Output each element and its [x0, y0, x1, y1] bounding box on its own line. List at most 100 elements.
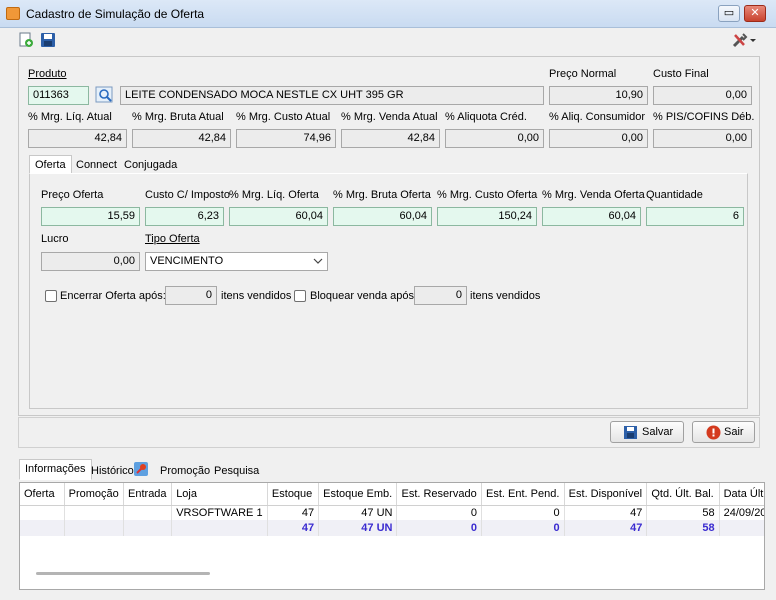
window-title: Cadastro de Simulação de Oferta: [26, 7, 205, 21]
oferta-field-label: Preço Oferta: [41, 189, 104, 201]
total-cell: 0: [481, 520, 565, 536]
tab-conjugada[interactable]: Conjugada: [118, 155, 183, 174]
margem-label: % Mrg. Custo Atual: [236, 111, 331, 123]
margem-label: % PIS/COFINS Déb.: [653, 111, 755, 123]
margem-label: % Aliq. Consumidor: [549, 111, 645, 123]
preco-normal-value: 10,90: [549, 86, 648, 105]
tab-historico[interactable]: Histórico: [85, 461, 140, 480]
margem-label: % Mrg. Bruta Atual: [132, 111, 224, 123]
preco-normal-label: Preço Normal: [549, 68, 617, 80]
tab-connect[interactable]: Connect: [70, 155, 123, 174]
col-header[interactable]: Est. Reservado: [396, 483, 482, 506]
col-header[interactable]: Data Últ. Ba: [719, 483, 764, 506]
custo-final-value: 0,00: [653, 86, 752, 105]
custo-final-label: Custo Final: [653, 68, 709, 80]
col-header[interactable]: Estoque Emb.: [318, 483, 398, 506]
oferta-field-label: % Mrg. Líq. Oferta: [229, 189, 319, 201]
col-header[interactable]: Est. Disponível: [564, 483, 648, 506]
oferta-field-label: % Mrg. Venda Oferta: [542, 189, 645, 201]
margem-label: % Mrg. Líq. Atual: [28, 111, 112, 123]
oferta-field-label: Custo C/ Imposto: [145, 189, 230, 201]
totals-row: 47 47 UN 0 0 47 58: [20, 520, 764, 536]
col-header[interactable]: Estoque: [267, 483, 320, 506]
margem-value: 0,00: [653, 129, 752, 148]
search-product-icon[interactable]: [95, 86, 115, 105]
margem-value: 74,96: [236, 129, 336, 148]
cell: VRSOFTWARE 1: [171, 505, 268, 520]
cell: 0: [481, 505, 565, 520]
tipo-oferta-label: Tipo Oferta: [145, 233, 200, 245]
lucro-label: Lucro: [41, 233, 69, 245]
horizontal-scrollbar-thumb[interactable]: [36, 572, 210, 575]
total-cell: 47 UN: [318, 520, 398, 536]
mrg-bruta-oferta-input[interactable]: 60,04: [333, 207, 432, 226]
cell: 24/09/2024: [719, 505, 764, 520]
tab-pesquisa[interactable]: Pesquisa: [208, 461, 265, 480]
col-header[interactable]: Promoção: [64, 483, 125, 506]
encerrar-oferta-input[interactable]: 0: [165, 286, 217, 305]
tipo-oferta-value: VENCIMENTO: [150, 255, 224, 267]
total-cell: 58: [646, 520, 720, 536]
mrg-custo-oferta-input[interactable]: 150,24: [437, 207, 537, 226]
mrg-venda-oferta-input[interactable]: 60,04: [542, 207, 641, 226]
chevron-down-icon[interactable]: [312, 256, 324, 266]
cell: 47 UN: [318, 505, 398, 520]
cell: 47: [564, 505, 648, 520]
cell: 0: [396, 505, 482, 520]
total-cell: 47: [564, 520, 648, 536]
wrench-tools-icon[interactable]: [731, 31, 757, 49]
col-header[interactable]: Oferta: [20, 483, 65, 506]
total-cell: 0: [396, 520, 482, 536]
bloquear-venda-label: Bloquear venda após:: [310, 290, 418, 302]
total-cell: [719, 520, 764, 536]
encerrar-oferta-checkbox[interactable]: [45, 290, 57, 302]
preco-oferta-input[interactable]: 15,59: [41, 207, 140, 226]
sair-button[interactable]: Sair: [692, 421, 755, 443]
margem-value: 0,00: [549, 129, 648, 148]
produto-description: LEITE CONDENSADO MOCA NESTLE CX UHT 395 …: [120, 86, 544, 105]
margem-value: 0,00: [445, 129, 544, 148]
lucro-value: 0,00: [41, 252, 140, 271]
tab-informacoes[interactable]: Informações: [19, 459, 92, 480]
oferta-field-label: Quantidade: [646, 189, 703, 201]
sair-label: Sair: [724, 426, 744, 438]
table-row[interactable]: VRSOFTWARE 1 47 47 UN 0 0 47 58 24/09/20…: [20, 505, 764, 520]
margem-value: 42,84: [28, 129, 127, 148]
custo-imposto-input[interactable]: 6,23: [145, 207, 224, 226]
tab-oferta[interactable]: Oferta: [29, 155, 72, 174]
col-header[interactable]: Loja: [171, 483, 268, 506]
mrg-liq-oferta-input[interactable]: 60,04: [229, 207, 328, 226]
tipo-oferta-select[interactable]: VENCIMENTO: [145, 252, 328, 271]
col-header[interactable]: Est. Ent. Pend.: [481, 483, 565, 506]
cell: [64, 505, 125, 520]
tab-promocao[interactable]: Promoção: [154, 461, 216, 480]
encerrar-oferta-label: Encerrar Oferta após:: [60, 290, 166, 302]
produto-label: Produto: [28, 68, 67, 80]
restore-button[interactable]: ▭: [718, 5, 740, 22]
col-header[interactable]: Qtd. Últ. Bal.: [646, 483, 720, 506]
produto-code-input[interactable]: 011363: [28, 86, 89, 105]
quantidade-input[interactable]: 6: [646, 207, 744, 226]
total-cell: [20, 520, 65, 536]
new-document-icon[interactable]: [18, 32, 34, 48]
promocao-pin-icon[interactable]: [133, 461, 149, 477]
stop-icon: [706, 425, 721, 440]
bloquear-venda-input[interactable]: 0: [414, 286, 467, 305]
cell: [123, 505, 173, 520]
oferta-field-label: % Mrg. Custo Oferta: [437, 189, 538, 201]
cell: 47: [267, 505, 320, 520]
salvar-button[interactable]: Salvar: [610, 421, 684, 443]
itens-vendidos-label: itens vendidos: [221, 290, 292, 302]
itens-vendidos-label: itens vendidos: [470, 290, 541, 302]
margem-label: % Aliquota Créd.: [445, 111, 527, 123]
margem-label: % Mrg. Venda Atual: [341, 111, 438, 123]
cell: 58: [646, 505, 720, 520]
total-cell: 47: [267, 520, 320, 536]
app-icon: [6, 7, 20, 20]
col-header[interactable]: Entrada: [123, 483, 173, 506]
floppy-icon[interactable]: [40, 32, 56, 48]
close-button[interactable]: ✕: [744, 5, 766, 22]
bloquear-venda-checkbox[interactable]: [294, 290, 306, 302]
margem-value: 42,84: [132, 129, 231, 148]
cell: [20, 505, 65, 520]
